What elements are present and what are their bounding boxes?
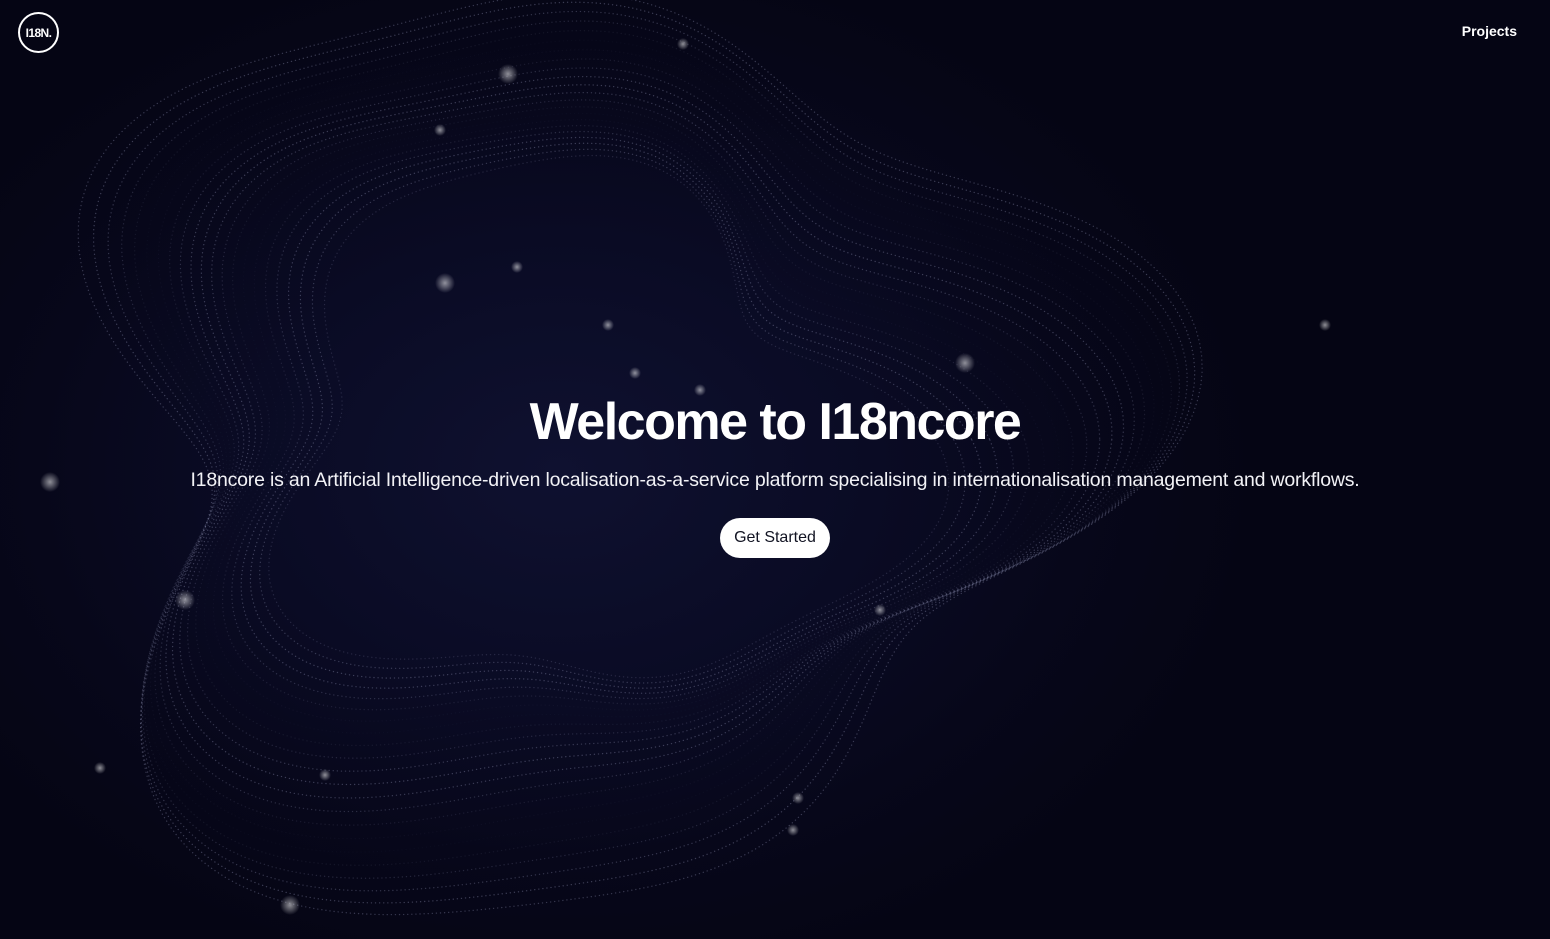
- sparkle-dot: [175, 590, 195, 610]
- sparkle-dot: [787, 824, 799, 836]
- sparkle-dot: [792, 792, 804, 804]
- sparkle-dot: [629, 367, 641, 379]
- sparkle-dot: [435, 273, 455, 293]
- hero-section: Welcome to I18ncore I18ncore is an Artif…: [0, 390, 1550, 558]
- sparkle-dot: [319, 769, 331, 781]
- sparkle-dot: [280, 895, 300, 915]
- brand-logo-text: I18N.: [25, 25, 52, 40]
- sparkle-dot: [1319, 319, 1331, 331]
- sparkle-dot: [434, 124, 446, 136]
- hero-subtitle: I18ncore is an Artificial Intelligence-d…: [190, 469, 1360, 491]
- get-started-button[interactable]: Get Started: [720, 518, 830, 558]
- landing-page: I18N. Projects Welcome to I18ncore I18nc…: [0, 0, 1550, 939]
- hero-title: Welcome to I18ncore: [529, 393, 1022, 451]
- brand-logo[interactable]: I18N.: [18, 12, 59, 53]
- sparkle-dot: [955, 353, 975, 373]
- sparkle-dot: [874, 604, 886, 616]
- site-header: I18N. Projects: [0, 0, 1550, 80]
- sparkle-dot: [602, 319, 614, 331]
- sparkle-dot: [511, 261, 523, 273]
- nav-link-projects[interactable]: Projects: [1462, 23, 1517, 39]
- sparkle-dot: [94, 762, 106, 774]
